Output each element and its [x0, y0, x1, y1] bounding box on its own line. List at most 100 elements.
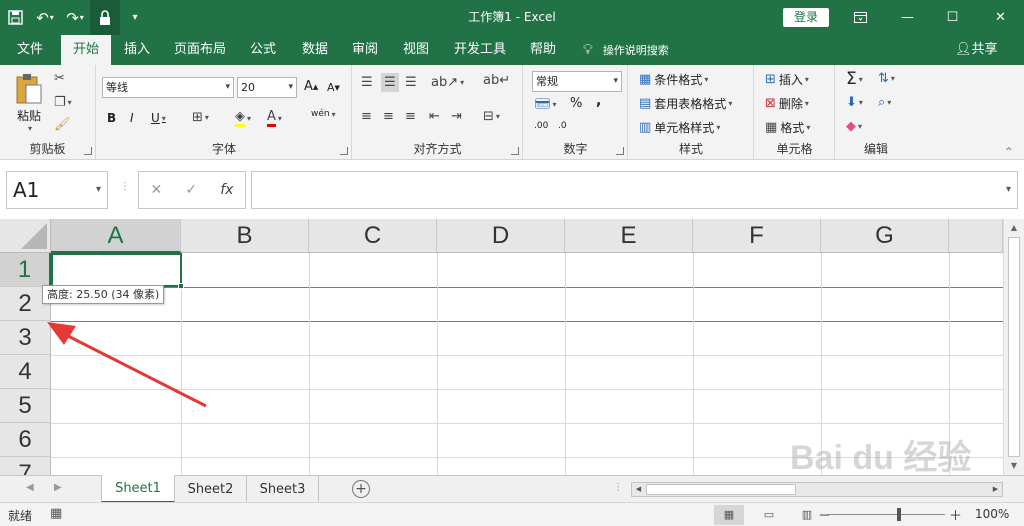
macro-record-icon[interactable]: ▦	[50, 506, 62, 521]
tab-data[interactable]: 数据	[294, 35, 336, 65]
format-painter-button[interactable]: 🖌︎	[54, 117, 71, 132]
tab-home[interactable]: 开始	[61, 35, 111, 65]
column-header-b[interactable]: B	[181, 219, 309, 253]
vertical-scrollbar[interactable]: ▲ ▼	[1003, 219, 1024, 475]
shrink-font-button[interactable]: A ▼	[327, 81, 340, 94]
insert-cells-button[interactable]: ⊞ 插入 ▾	[765, 71, 809, 88]
tab-file[interactable]: 文件	[8, 35, 52, 65]
zoom-slider-thumb[interactable]	[897, 508, 901, 521]
alignment-launcher-icon[interactable]	[511, 147, 519, 155]
ribbon-display-icon[interactable]	[838, 0, 883, 35]
align-right-button[interactable]: ≡	[405, 109, 416, 124]
zoom-in-button[interactable]: ＋	[949, 505, 962, 524]
maximize-icon[interactable]: ☐	[930, 0, 975, 35]
wrap-text-button[interactable]: ab↵	[483, 73, 510, 88]
increase-decimal-button[interactable]: .00	[534, 121, 548, 131]
scroll-up-icon[interactable]: ▲	[1004, 220, 1024, 236]
tab-splitter[interactable]: ⋮	[613, 482, 623, 493]
number-format-select[interactable]: 常规 ▾	[532, 71, 622, 92]
grow-font-button[interactable]: A ▲	[304, 79, 318, 94]
tab-review[interactable]: 审阅	[344, 35, 386, 65]
close-icon[interactable]: ✕	[978, 0, 1023, 35]
orientation-button[interactable]: ab↗ ▾	[431, 75, 464, 90]
prev-sheet-icon[interactable]: ◀	[26, 482, 34, 493]
align-center-button[interactable]: ≡	[383, 109, 394, 124]
share-button[interactable]: 👤︎共享	[955, 35, 998, 65]
align-middle-button[interactable]: ☰	[381, 73, 399, 92]
row-header-6[interactable]: 6	[0, 423, 51, 457]
page-layout-view-button[interactable]: ▭	[754, 505, 784, 525]
redo-icon[interactable]: ↷ ▾	[60, 0, 90, 35]
decrease-indent-button[interactable]: ⇤	[429, 109, 440, 124]
active-cell[interactable]	[51, 253, 182, 287]
bold-button[interactable]: B	[107, 111, 116, 125]
phonetic-button[interactable]: wén ▾	[311, 109, 336, 119]
font-launcher-icon[interactable]	[340, 147, 348, 155]
copy-button[interactable]: ❐ ▾	[54, 95, 72, 110]
paste-button[interactable]: 粘贴 ▾	[14, 73, 44, 133]
tab-developer[interactable]: 开发工具	[448, 35, 512, 65]
format-as-table-button[interactable]: ▤ 套用表格格式 ▾	[639, 95, 732, 112]
increase-indent-button[interactable]: ⇥	[451, 109, 462, 124]
name-box[interactable]: A1 ▾	[6, 171, 108, 209]
normal-view-button[interactable]: ▦	[714, 505, 744, 525]
save-icon[interactable]	[0, 0, 30, 35]
italic-button[interactable]: I	[130, 111, 134, 125]
comma-button[interactable]: ,	[596, 93, 601, 109]
column-header-e[interactable]: E	[565, 219, 693, 253]
touch-mode-icon[interactable]	[90, 0, 120, 35]
minimize-icon[interactable]: —	[885, 0, 930, 35]
fill-color-button[interactable]: ◈ ▾	[235, 109, 251, 127]
fill-button[interactable]: ⬇ ▾	[846, 95, 863, 110]
cell-styles-button[interactable]: ▥ 单元格样式 ▾	[639, 119, 720, 136]
row-header-3[interactable]: 3	[0, 321, 51, 355]
scroll-left-icon[interactable]: ◀	[632, 483, 645, 496]
customize-qat-icon[interactable]: ▾	[120, 0, 150, 35]
column-header-c[interactable]: C	[309, 219, 437, 253]
row-header-1[interactable]: 1	[0, 253, 51, 287]
row-header-7[interactable]: 7	[0, 457, 51, 475]
delete-cells-button[interactable]: ⊠ 删除 ▾	[765, 95, 809, 112]
align-top-button[interactable]: ☰	[361, 75, 373, 90]
column-header-d[interactable]: D	[437, 219, 565, 253]
find-select-button[interactable]: ⌕ ▾	[878, 95, 891, 110]
cut-button[interactable]: ✂	[54, 71, 65, 86]
row-header-5[interactable]: 5	[0, 389, 51, 423]
formula-input[interactable]: ▾	[251, 171, 1018, 209]
autosum-button[interactable]: Σ ▾	[846, 69, 863, 89]
tab-insert[interactable]: 插入	[116, 35, 158, 65]
sheet-tab-sheet3[interactable]: Sheet3	[247, 476, 319, 503]
horizontal-scroll-thumb[interactable]	[646, 484, 796, 495]
enter-icon[interactable]: ✓	[185, 182, 197, 198]
percent-button[interactable]: %	[570, 96, 582, 111]
column-header-a[interactable]: A	[51, 219, 181, 253]
undo-icon[interactable]: ↶ ▾	[30, 0, 60, 35]
horizontal-scrollbar[interactable]: ◀ ▶	[631, 482, 1003, 497]
scroll-down-icon[interactable]: ▼	[1004, 458, 1024, 474]
format-cells-button[interactable]: ▦ 格式 ▾	[765, 119, 810, 136]
cancel-icon[interactable]: ✕	[151, 182, 163, 198]
tab-view[interactable]: 视图	[395, 35, 437, 65]
underline-button[interactable]: U ▾	[151, 111, 166, 125]
select-all-button[interactable]	[0, 219, 51, 253]
align-left-button[interactable]: ≡	[361, 109, 372, 124]
accounting-format-button[interactable]: 💳︎ ▾	[534, 97, 557, 112]
decrease-decimal-button[interactable]: .0	[558, 121, 567, 131]
sheet-tab-sheet2[interactable]: Sheet2	[175, 476, 247, 503]
next-sheet-icon[interactable]: ▶	[54, 482, 62, 493]
tab-page-layout[interactable]: 页面布局	[168, 35, 232, 65]
column-header-f[interactable]: F	[693, 219, 821, 253]
fill-handle[interactable]	[178, 283, 184, 289]
collapse-ribbon-icon[interactable]: ^	[1005, 147, 1013, 157]
expand-formula-icon[interactable]: ▾	[1006, 184, 1011, 195]
clear-button[interactable]: ◆ ▾	[846, 119, 862, 134]
login-button[interactable]: 登录	[783, 8, 829, 27]
add-sheet-button[interactable]: +	[352, 480, 370, 498]
tab-help[interactable]: 帮助	[522, 35, 564, 65]
sheet-tab-sheet1[interactable]: Sheet1	[101, 475, 175, 503]
clipboard-launcher-icon[interactable]	[84, 147, 92, 155]
zoom-level[interactable]: 100%	[975, 507, 1009, 521]
zoom-slider[interactable]	[827, 514, 945, 515]
vertical-scroll-thumb[interactable]	[1008, 237, 1020, 457]
column-header-g[interactable]: G	[821, 219, 949, 253]
